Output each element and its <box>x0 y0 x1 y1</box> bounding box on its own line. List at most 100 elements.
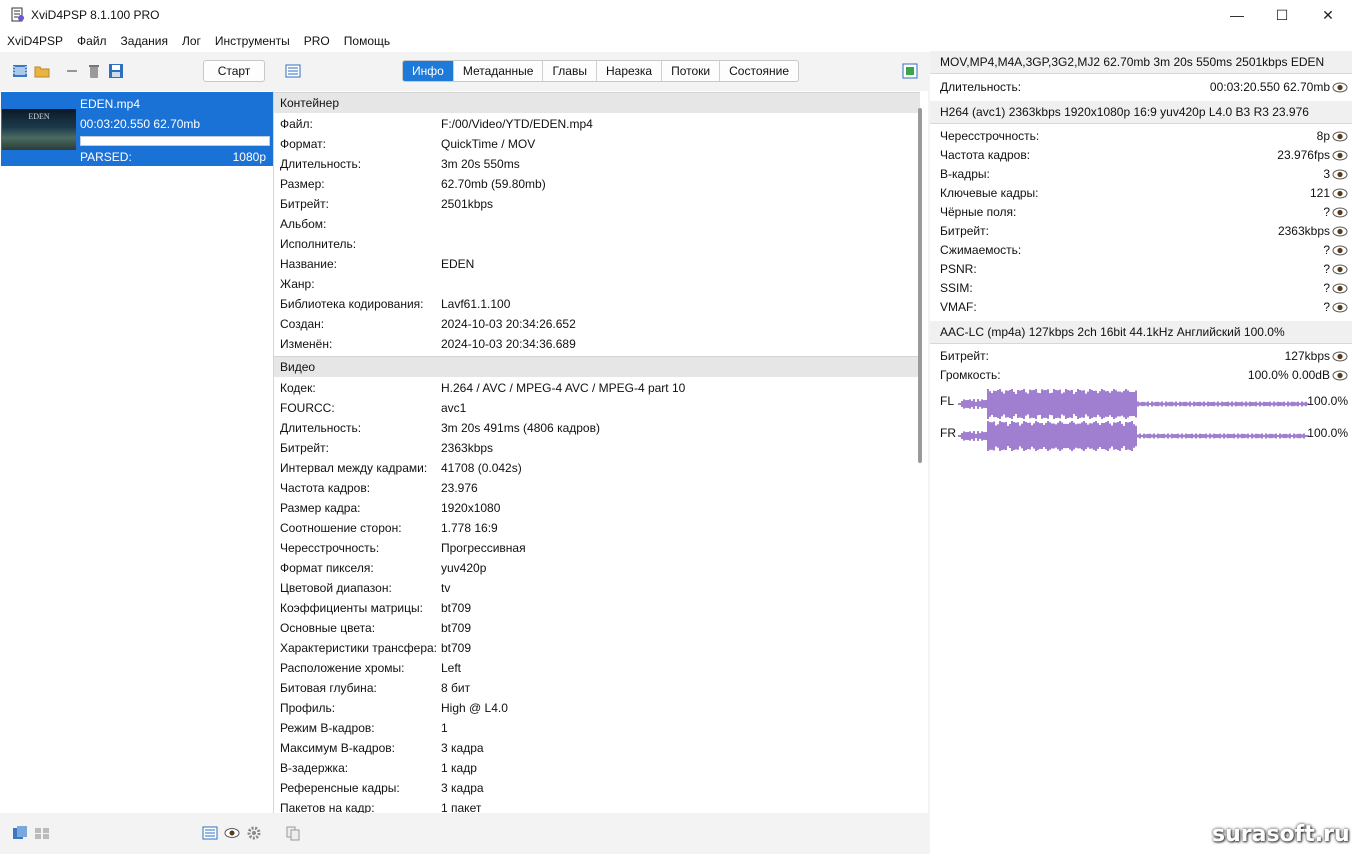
tab-trim[interactable]: Нарезка <box>595 61 661 81</box>
info-list-icon[interactable] <box>285 63 301 79</box>
section-header: Видео <box>274 356 920 377</box>
info-value: 1.778 16:9 <box>441 521 498 535</box>
info-key: Битрейт: <box>280 197 329 211</box>
summary-row: Длительность: 00:03:20.550 62.70mb <box>940 78 1330 97</box>
summary-row: Громкость: 100.0% 0.00dB <box>940 366 1330 385</box>
eye-icon[interactable] <box>1332 264 1348 275</box>
audio-waveform <box>958 421 1309 451</box>
summary-row: Чересстрочность: 8p <box>940 127 1330 146</box>
menu-tasks[interactable]: Задания <box>114 30 175 52</box>
summary-key: Сжимаемость: <box>940 243 1022 257</box>
eye-icon[interactable] <box>1332 150 1348 161</box>
summary-key: PSNR: <box>940 262 977 276</box>
tab-bar: Инфо Метаданные Главы Нарезка Потоки Сос… <box>402 60 800 82</box>
eye-icon[interactable] <box>1332 169 1348 180</box>
menu-log[interactable]: Лог <box>175 30 208 52</box>
summary-row: B-кадры: 3 <box>940 165 1330 184</box>
info-value: High @ L4.0 <box>441 701 508 715</box>
list-view-icon[interactable] <box>202 825 218 841</box>
eye-icon[interactable] <box>1332 188 1348 199</box>
info-value: EDEN <box>441 257 475 271</box>
film-icon[interactable] <box>12 63 28 79</box>
info-key: Длительность: <box>280 157 362 171</box>
container-summary-header: MOV,MP4,M4A,3GP,3G2,MJ2 62.70mb 3m 20s 5… <box>930 51 1352 74</box>
eye-icon[interactable] <box>1332 370 1348 381</box>
close-button[interactable]: ✕ <box>1305 0 1351 30</box>
tab-state[interactable]: Состояние <box>719 61 798 81</box>
export-icon[interactable] <box>902 63 918 79</box>
maximize-button[interactable]: ☐ <box>1259 0 1305 30</box>
info-key: Изменён: <box>280 337 333 351</box>
summary-panel: MOV,MP4,M4A,3GP,3G2,MJ2 62.70mb 3m 20s 5… <box>930 48 1352 854</box>
info-scrollbar[interactable] <box>918 108 922 463</box>
minimize-button[interactable]: — <box>1214 0 1260 30</box>
info-key: Жанр: <box>280 277 315 291</box>
info-value: bt709 <box>441 601 472 615</box>
eye-icon[interactable] <box>1332 283 1348 294</box>
menu-file[interactable]: Файл <box>70 30 114 52</box>
info-value: 3m 20s 491ms (4806 кадров) <box>441 421 600 435</box>
grid-icon[interactable] <box>34 825 50 841</box>
summary-value: 2363kbps <box>1277 224 1330 238</box>
tab-info[interactable]: Инфо <box>403 61 453 81</box>
eye-icon[interactable] <box>1332 245 1348 256</box>
menu-help[interactable]: Помощь <box>337 30 397 52</box>
summary-row: SSIM:? <box>940 279 1330 298</box>
window-title: XviD4PSP 8.1.100 PRO <box>31 8 160 22</box>
summary-key: VMAF: <box>940 300 977 314</box>
tab-metadata[interactable]: Метаданные <box>452 61 543 81</box>
file-resolution: 1080p <box>232 150 266 164</box>
info-key: Частота кадров: <box>280 481 371 495</box>
info-key: Формат пикселя: <box>280 561 374 575</box>
summary-value: 8p <box>1316 129 1330 143</box>
tab-chapters[interactable]: Главы <box>542 61 596 81</box>
summary-key: B-кадры: <box>940 167 990 181</box>
save-icon[interactable] <box>108 63 124 79</box>
eye-icon[interactable] <box>1332 131 1348 142</box>
info-key: Интервал между кадрами: <box>280 461 428 475</box>
info-key: Цветовой диапазон: <box>280 581 392 595</box>
eye-icon[interactable] <box>1332 226 1348 237</box>
open-folder-icon[interactable] <box>34 63 50 79</box>
channel-label: FR <box>940 426 956 440</box>
summary-key: Битрейт: <box>940 349 989 363</box>
summary-key: Чересстрочность: <box>940 129 1040 143</box>
channel-peak: 100.0% <box>1307 426 1348 440</box>
info-value: tv <box>441 581 451 595</box>
summary-value: 127kbps <box>1284 349 1330 363</box>
info-key: Библиотека кодирования: <box>280 297 424 311</box>
summary-row: VMAF:? <box>940 298 1330 317</box>
trash-icon[interactable] <box>86 63 102 79</box>
eye-icon[interactable] <box>224 825 240 841</box>
audio-summary-header: AAC-LC (mp4a) 127kbps 2ch 16bit 44.1kHz … <box>930 321 1352 344</box>
info-value: 3 кадра <box>441 781 484 795</box>
title-bar <box>0 0 1352 30</box>
start-button[interactable]: Старт <box>203 60 265 82</box>
summary-row: Ключевые кадры: 121 <box>940 184 1330 203</box>
bottom-bar <box>0 813 928 854</box>
info-value: Lavf61.1.100 <box>441 297 511 311</box>
batch-icon[interactable] <box>12 825 28 841</box>
copy-icon[interactable] <box>285 825 301 841</box>
tab-streams[interactable]: Потоки <box>661 61 719 81</box>
info-key: Создан: <box>280 317 325 331</box>
audio-waveform <box>958 389 1309 419</box>
info-value: 1920x1080 <box>441 501 501 515</box>
eye-icon[interactable] <box>1332 82 1348 93</box>
file-name: EDEN.mp4 <box>80 97 141 111</box>
summary-value: ? <box>1323 205 1330 219</box>
gear-icon[interactable] <box>246 825 262 841</box>
info-value: 1 <box>441 721 448 735</box>
channel-label: FL <box>940 394 955 408</box>
eye-icon[interactable] <box>1332 302 1348 313</box>
eye-icon[interactable] <box>1332 351 1348 362</box>
info-key: Расположение хромы: <box>280 661 405 675</box>
info-value: 2501kbps <box>441 197 494 211</box>
menu-pro[interactable]: PRO <box>297 30 337 52</box>
menu-tools[interactable]: Инструменты <box>208 30 297 52</box>
info-key: Характеристики трансфера: <box>280 641 438 655</box>
remove-icon[interactable] <box>64 63 80 79</box>
eye-icon[interactable] <box>1332 207 1348 218</box>
info-key: Соотношение сторон: <box>280 521 402 535</box>
menu-xvid4psp[interactable]: XviD4PSP <box>0 30 70 52</box>
